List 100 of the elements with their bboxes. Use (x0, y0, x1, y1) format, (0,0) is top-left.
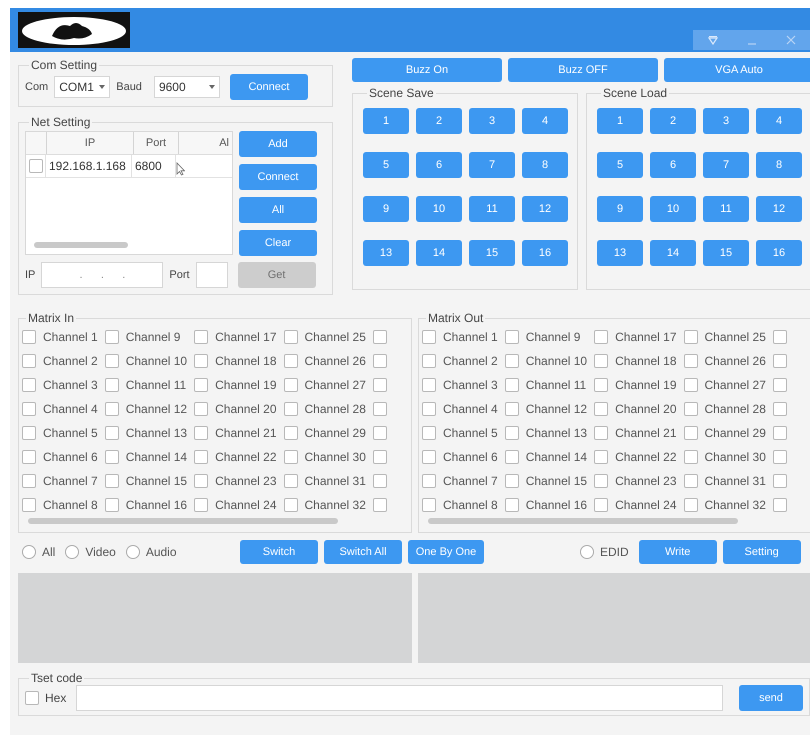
scene-button[interactable]: 12 (756, 196, 802, 222)
channel-checkbox[interactable] (194, 450, 208, 464)
channel-checkbox[interactable] (194, 354, 208, 368)
channel-checkbox[interactable] (594, 354, 608, 368)
channel-checkbox[interactable] (284, 354, 298, 368)
channel-checkbox[interactable] (22, 378, 36, 392)
channel-checkbox[interactable] (504, 378, 519, 392)
channel-checkbox[interactable] (772, 426, 787, 440)
scene-button[interactable]: 15 (703, 240, 749, 266)
connect-button[interactable]: Connect (230, 74, 308, 100)
scene-button[interactable]: 3 (703, 108, 749, 134)
net-button[interactable]: Add (239, 131, 317, 157)
net-button[interactable]: Connect (239, 164, 317, 190)
channel-checkbox[interactable] (104, 354, 119, 368)
channel-checkbox[interactable] (284, 330, 298, 344)
channel-checkbox[interactable] (104, 426, 119, 440)
channel-checkbox[interactable] (372, 330, 387, 344)
channel-checkbox[interactable] (194, 426, 208, 440)
channel-checkbox[interactable] (194, 474, 208, 488)
channel-checkbox[interactable] (594, 330, 608, 344)
net-button[interactable]: All (239, 197, 317, 223)
channel-checkbox[interactable] (22, 354, 36, 368)
channel-checkbox[interactable] (422, 498, 436, 512)
scene-button[interactable]: 1 (597, 108, 643, 134)
scene-button[interactable]: 1 (363, 108, 409, 134)
channel-checkbox[interactable] (422, 330, 436, 344)
scene-button[interactable]: 10 (650, 196, 696, 222)
radio-button[interactable] (65, 545, 80, 559)
channel-checkbox[interactable] (372, 498, 387, 512)
scene-button[interactable]: 6 (650, 152, 696, 178)
edid-button[interactable]: Setting (722, 540, 801, 564)
baud-dropdown[interactable]: 9600 (154, 76, 220, 98)
channel-checkbox[interactable] (372, 402, 387, 416)
channel-checkbox[interactable] (422, 426, 436, 440)
channel-checkbox[interactable] (104, 330, 119, 344)
channel-checkbox[interactable] (372, 378, 387, 392)
scene-button[interactable]: 8 (756, 152, 802, 178)
scene-button[interactable]: 5 (597, 152, 643, 178)
channel-checkbox[interactable] (194, 498, 208, 512)
scene-button[interactable]: 13 (597, 240, 643, 266)
scene-button[interactable]: 10 (416, 196, 462, 222)
channel-checkbox[interactable] (684, 474, 698, 488)
toolbar-button[interactable]: Buzz On (352, 58, 502, 82)
channel-checkbox[interactable] (684, 426, 698, 440)
channel-checkbox[interactable] (284, 498, 298, 512)
channel-checkbox[interactable] (372, 426, 387, 440)
channel-checkbox[interactable] (422, 378, 436, 392)
channel-checkbox[interactable] (772, 330, 787, 344)
channel-checkbox[interactable] (594, 402, 608, 416)
channel-checkbox[interactable] (504, 330, 519, 344)
channel-checkbox[interactable] (594, 426, 608, 440)
channel-checkbox[interactable] (22, 474, 36, 488)
dropdown-icon[interactable] (708, 36, 718, 44)
channel-checkbox[interactable] (684, 498, 698, 512)
action-button[interactable]: Switch All (324, 540, 402, 564)
channel-checkbox[interactable] (594, 498, 608, 512)
scrollbar[interactable] (28, 518, 338, 524)
channel-checkbox[interactable] (372, 474, 387, 488)
channel-checkbox[interactable] (594, 450, 608, 464)
channel-checkbox[interactable] (284, 450, 298, 464)
scene-button[interactable]: 14 (650, 240, 696, 266)
channel-checkbox[interactable] (22, 402, 36, 416)
scene-button[interactable]: 14 (416, 240, 462, 266)
channel-checkbox[interactable] (284, 402, 298, 416)
channel-checkbox[interactable] (194, 330, 208, 344)
channel-checkbox[interactable] (594, 474, 608, 488)
channel-checkbox[interactable] (772, 402, 787, 416)
channel-checkbox[interactable] (772, 354, 787, 368)
scene-button[interactable]: 16 (522, 240, 568, 266)
channel-checkbox[interactable] (422, 354, 436, 368)
scrollbar[interactable] (428, 518, 738, 524)
channel-checkbox[interactable] (594, 378, 608, 392)
channel-checkbox[interactable] (22, 450, 36, 464)
scene-button[interactable]: 9 (363, 196, 409, 222)
scene-button[interactable]: 11 (469, 196, 515, 222)
scene-button[interactable]: 4 (756, 108, 802, 134)
com-port-dropdown[interactable]: COM1 (54, 76, 110, 98)
channel-checkbox[interactable] (422, 474, 436, 488)
channel-checkbox[interactable] (504, 450, 519, 464)
hex-checkbox[interactable] (25, 691, 39, 705)
channel-checkbox[interactable] (22, 330, 36, 344)
channel-checkbox[interactable] (22, 426, 36, 440)
scene-button[interactable]: 9 (597, 196, 643, 222)
channel-checkbox[interactable] (104, 402, 119, 416)
scene-button[interactable]: 5 (363, 152, 409, 178)
channel-checkbox[interactable] (684, 402, 698, 416)
channel-checkbox[interactable] (504, 474, 519, 488)
channel-checkbox[interactable] (194, 378, 208, 392)
scene-button[interactable]: 6 (416, 152, 462, 178)
channel-checkbox[interactable] (684, 450, 698, 464)
channel-checkbox[interactable] (104, 498, 119, 512)
channel-checkbox[interactable] (22, 498, 36, 512)
channel-checkbox[interactable] (372, 354, 387, 368)
scene-button[interactable]: 13 (363, 240, 409, 266)
close-icon[interactable] (786, 35, 796, 45)
scrollbar[interactable] (34, 242, 128, 248)
channel-checkbox[interactable] (422, 402, 436, 416)
scene-button[interactable]: 12 (522, 196, 568, 222)
channel-checkbox[interactable] (772, 474, 787, 488)
scene-button[interactable]: 3 (469, 108, 515, 134)
